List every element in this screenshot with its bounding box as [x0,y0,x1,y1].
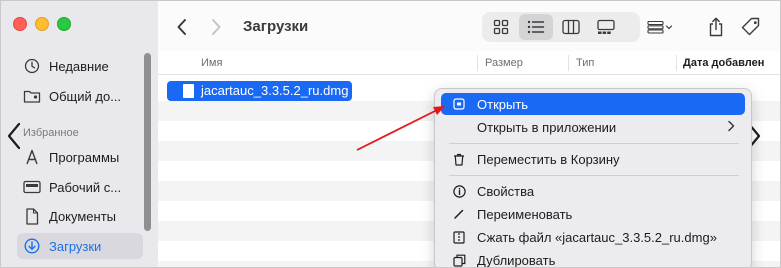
document-icon [23,207,41,225]
column-divider [568,55,569,71]
list-view-button[interactable] [519,14,553,40]
column-divider [477,55,478,71]
open-icon [452,97,466,111]
column-header-name[interactable]: Имя [201,57,222,69]
menu-item-rename[interactable]: Переименовать [441,203,745,225]
menu-separator [449,143,739,144]
file-name[interactable]: jacartauc_3.3.5.2_ru.dmg [201,83,348,98]
menu-item-label: Переместить в Корзину [477,151,620,167]
zoom-window-button[interactable] [57,17,71,31]
sidebar-item-label: Недавние [49,58,109,74]
sidebar-item-label: Общий до... [49,88,122,104]
minimize-window-button[interactable] [35,17,49,31]
sidebar-item-applications[interactable]: Программы [23,146,145,168]
sidebar-scrollbar[interactable] [144,53,151,231]
archive-icon [452,230,466,244]
group-icon [647,20,673,34]
sidebar-item-label: Загрузки [49,238,102,254]
grid-icon [493,19,509,35]
column-view-button[interactable] [554,14,588,40]
back-button[interactable] [168,13,196,41]
view-switcher [482,12,640,42]
menu-item-label: Сжать файл «jacartauc_3.3.5.2_ru.dmg» [477,229,717,245]
menu-item-open[interactable]: Открыть [441,93,745,115]
list-icon [527,20,545,34]
columns-icon [562,19,580,35]
column-header-size[interactable]: Размер [485,57,523,69]
share-icon [709,17,723,37]
finder-window: Недавние Общий до... Избранное Программы… [0,0,781,268]
menu-item-compress[interactable]: Сжать файл «jacartauc_3.3.5.2_ru.dmg» [441,226,745,248]
tag-icon [741,17,760,36]
clock-icon [23,57,41,75]
window-title: Загрузки [243,18,309,35]
menu-item-label: Свойства [477,183,535,199]
close-window-button[interactable] [13,17,27,31]
chevron-left-icon [177,19,186,35]
sidebar-item-shared[interactable]: Общий до... [23,85,145,107]
context-menu: Открыть Открыть в приложении Переместить… [434,88,752,268]
chevron-right-icon [728,120,735,132]
menu-item-label: Открыть в приложении [477,119,617,135]
share-button[interactable] [701,13,731,41]
menu-item-open-with[interactable]: Открыть в приложении [441,116,745,138]
sidebar-item-label: Документы [49,208,117,224]
menu-item-label: Переименовать [477,206,573,222]
column-headers: Имя Размер Тип Дата добавлен [158,51,780,75]
menu-item-duplicate[interactable]: Дублировать [441,249,745,268]
sidebar-item-documents[interactable]: Документы [23,205,145,227]
trash-icon [452,152,466,166]
menu-separator [449,175,739,176]
sidebar-item-downloads[interactable]: Загрузки [23,235,145,257]
menu-item-label: Открыть [477,96,529,112]
shared-folder-icon [23,87,41,105]
chevron-left-icon[interactable] [5,121,23,151]
column-header-date-added[interactable]: Дата добавлен [683,57,764,69]
sidebar-section-favorites: Избранное [23,127,79,139]
chevron-right-icon [212,19,221,35]
sidebar-item-label: Программы [49,149,120,165]
icon-view-button[interactable] [484,14,518,40]
column-divider [676,55,677,71]
tags-button[interactable] [736,13,766,41]
menu-item-label: Дублировать [477,252,556,268]
column-header-kind[interactable]: Тип [576,57,594,69]
menu-item-move-to-trash[interactable]: Переместить в Корзину [441,148,745,170]
window-controls [13,17,71,31]
applications-icon [23,148,41,166]
forward-button[interactable] [202,13,230,41]
menu-item-get-info[interactable]: Свойства [441,180,745,202]
sidebar-item-desktop[interactable]: Рабочий с... [23,176,145,198]
gallery-view-button[interactable] [589,14,623,40]
duplicate-icon [452,253,466,267]
sidebar-item-label: Рабочий с... [49,179,122,195]
info-icon [452,184,466,198]
download-icon [23,237,41,255]
group-by-button[interactable] [645,13,675,41]
pencil-icon [452,207,466,221]
sidebar-item-recents[interactable]: Недавние [23,55,145,77]
dmg-file-icon [183,84,194,98]
gallery-icon [597,19,615,34]
toolbar: Загрузки [158,1,780,51]
sidebar: Недавние Общий до... Избранное Программы… [1,1,158,267]
desktop-icon [23,178,41,196]
